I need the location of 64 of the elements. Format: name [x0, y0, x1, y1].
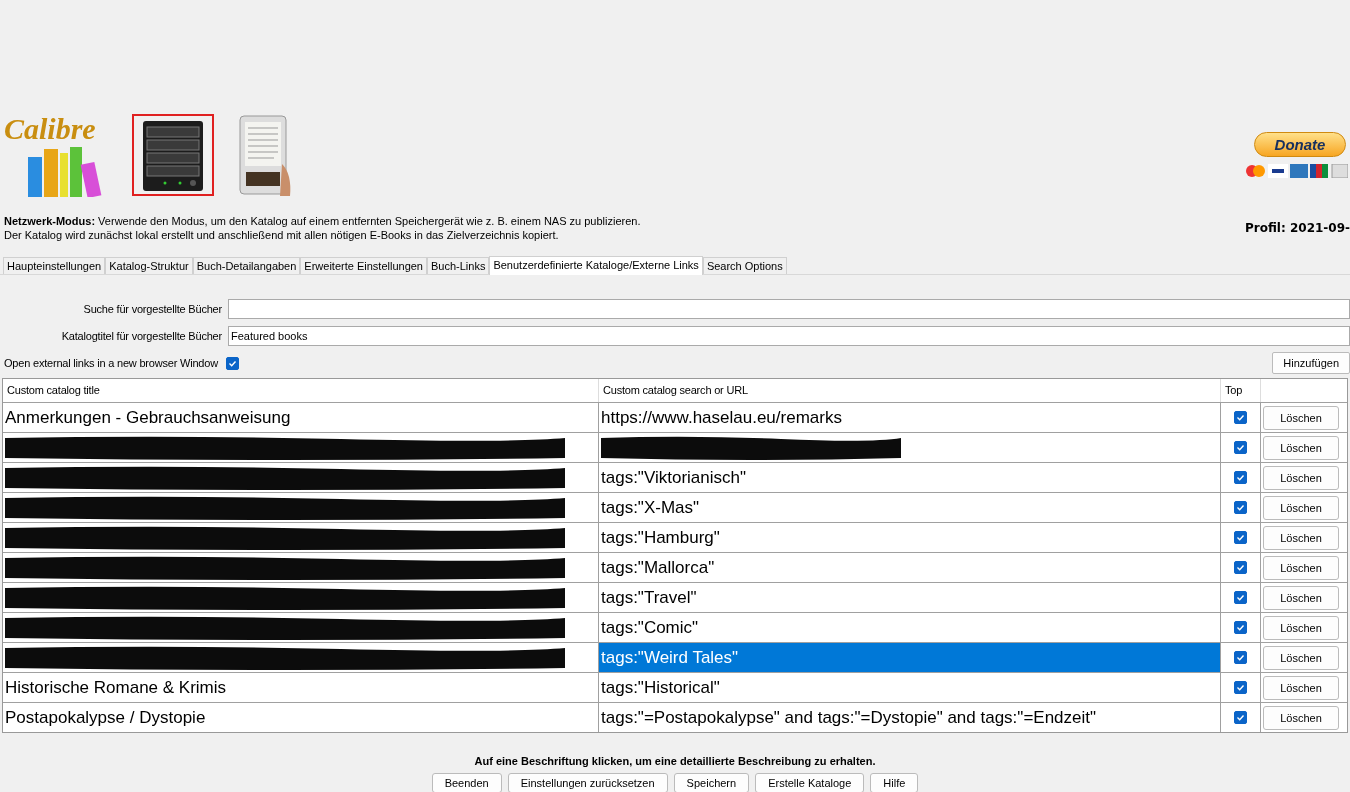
delete-button[interactable]: Löschen — [1263, 465, 1339, 490]
table-cell: tags:"=Postapokalypse" and tags:"=Dystopie" and tags:"=Endzeit" — [601, 707, 1097, 728]
footer-button[interactable]: Speichern — [673, 773, 750, 792]
checkbox[interactable] — [1234, 501, 1247, 514]
delete-button[interactable]: Löschen — [1263, 555, 1339, 580]
payment-cards-icon — [1246, 164, 1348, 178]
column-header: Custom catalog title — [3, 379, 599, 402]
table-cell: tags:"X-Mas" — [601, 497, 700, 518]
table-cell: Historische Romane & Krimis — [5, 677, 227, 698]
mode-description: Der Katalog wird zunächst lokal erstellt und anschließend mit allen nötigen E-Books in das Zielverzeichnis kopiert. — [4, 228, 560, 242]
checkbox[interactable] — [1234, 711, 1247, 724]
checkbox[interactable] — [225, 356, 239, 370]
checkbox[interactable] — [1234, 411, 1247, 424]
checkbox[interactable] — [1234, 471, 1247, 484]
field-label: Suche für vorgestellte Bücher — [82, 303, 223, 315]
mode-description: Netzwerk-Modus: Verwende den Modus, um den Katalog auf einem entfernten Speichergerät wie z. B. einem NAS zu publizieren. — [4, 214, 641, 228]
checkbox[interactable] — [1234, 621, 1247, 634]
checkbox-label: Open external links in a new browser Window — [4, 357, 218, 369]
column-header: Top — [1221, 379, 1261, 402]
footer-button[interactable]: Erstelle Kataloge — [755, 773, 865, 792]
tab[interactable]: Buch-Detailangaben — [192, 257, 301, 274]
column-header: Custom catalog search or URL — [599, 379, 1221, 402]
table-cell: https://www.haselau.eu/remarks — [601, 407, 842, 428]
delete-button[interactable]: Löschen — [1263, 585, 1339, 610]
tab[interactable]: Buch-Links — [427, 257, 490, 274]
delete-button[interactable]: Löschen — [1263, 435, 1339, 460]
footer-button[interactable]: Beenden — [431, 773, 502, 792]
calibre-logo: Calibre — [0, 113, 122, 197]
footer-button[interactable]: Einstellungen zurücksetzen — [507, 773, 668, 792]
tab[interactable]: Benutzerdefinierte Kataloge/Externe Links — [489, 256, 703, 275]
hint-text: Auf eine Beschriftung klicken, um eine detaillierte Beschreibung zu erhalten. — [474, 755, 876, 767]
title-field[interactable]: Featured books — [228, 326, 1350, 346]
delete-button[interactable]: Löschen — [1263, 405, 1339, 430]
tab[interactable]: Search Options — [702, 257, 787, 274]
checkbox[interactable] — [1234, 531, 1247, 544]
search-field[interactable] — [228, 299, 1350, 319]
profile-label: Profil: 2021-09- — [1245, 221, 1350, 235]
checkbox[interactable] — [1234, 441, 1247, 454]
checkbox[interactable] — [1234, 681, 1247, 694]
field-label: Katalogtitel für vorgestellte Bücher — [60, 330, 223, 342]
table-cell: tags:"Viktorianisch" — [601, 467, 746, 488]
table-cell: Anmerkungen - Gebrauchsanweisung — [5, 407, 291, 428]
checkbox[interactable] — [1234, 561, 1247, 574]
delete-button[interactable]: Löschen — [1263, 525, 1339, 550]
footer-button[interactable]: Hilfe — [870, 773, 919, 792]
checkbox[interactable] — [1234, 651, 1247, 664]
donate-button[interactable]: Donate — [1254, 132, 1346, 157]
table-cell: tags:"Historical" — [601, 677, 720, 698]
tab[interactable]: Katalog-Struktur — [105, 257, 193, 274]
delete-button[interactable]: Löschen — [1263, 645, 1339, 670]
tab[interactable]: Haupteinstellungen — [3, 257, 106, 274]
table-cell: tags:"Weird Tales" — [601, 647, 739, 668]
table-cell: tags:"Hamburg" — [601, 527, 720, 548]
table-cell: tags:"Mallorca" — [601, 557, 715, 578]
table-cell: tags:"Travel" — [601, 587, 697, 608]
tab[interactable]: Erweiterte Einstellungen — [300, 257, 427, 274]
delete-button[interactable]: Löschen — [1263, 495, 1339, 520]
add-button[interactable]: Hinzufügen — [1272, 352, 1350, 374]
delete-button[interactable]: Löschen — [1263, 705, 1339, 730]
table-cell: Postapokalypse / Dystopie — [5, 707, 206, 728]
delete-button[interactable]: Löschen — [1263, 615, 1339, 640]
table-cell: tags:"Comic" — [601, 617, 699, 638]
checkbox[interactable] — [1234, 591, 1247, 604]
delete-button[interactable]: Löschen — [1263, 675, 1339, 700]
